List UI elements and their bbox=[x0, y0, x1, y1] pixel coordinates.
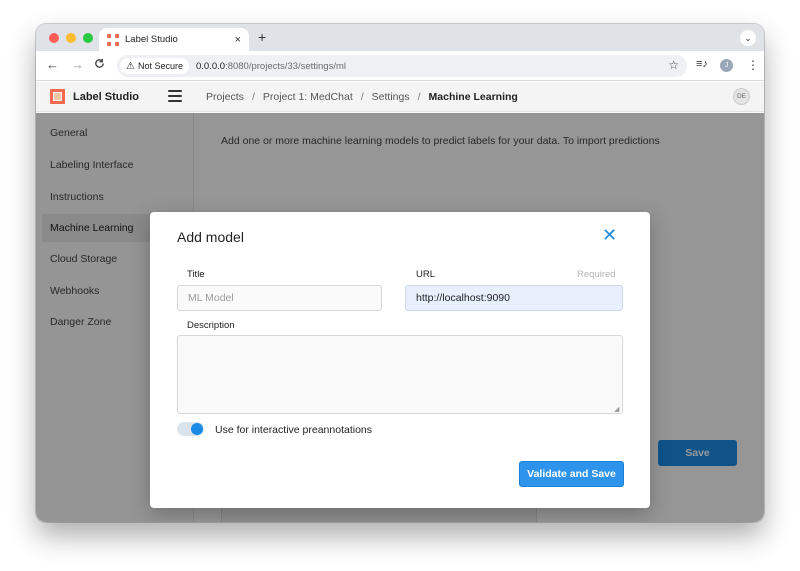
breadcrumb-separator: / bbox=[360, 91, 364, 103]
breadcrumb-settings[interactable]: Settings bbox=[372, 91, 410, 103]
tab-title: Label Studio bbox=[125, 34, 178, 45]
url-text: 0.0.0.0:8080/projects/33/settings/ml bbox=[196, 61, 346, 72]
resize-grip-icon[interactable]: ◢ bbox=[614, 405, 619, 413]
breadcrumb: Projects / Project 1: MedChat / Settings… bbox=[206, 91, 518, 103]
close-window-button[interactable] bbox=[49, 33, 59, 43]
toggle-knob bbox=[191, 423, 203, 435]
reload-icon[interactable] bbox=[94, 58, 105, 72]
interactive-preannotations-toggle[interactable] bbox=[177, 422, 204, 436]
interactive-preannotations-label: Use for interactive preannotations bbox=[215, 424, 373, 436]
brand-name: Label Studio bbox=[73, 90, 139, 103]
url-host: 0.0.0.0 bbox=[196, 60, 226, 72]
add-model-dialog: Add model ✕ Title URL Required Descripti… bbox=[150, 212, 650, 508]
title-label: Title bbox=[187, 269, 205, 280]
minimize-window-button[interactable] bbox=[66, 33, 76, 43]
validate-and-save-button[interactable]: Validate and Save bbox=[519, 461, 624, 487]
dialog-title: Add model bbox=[177, 229, 244, 245]
tab-close-icon[interactable]: × bbox=[235, 34, 241, 46]
breadcrumb-project[interactable]: Project 1: MedChat bbox=[263, 91, 353, 103]
browser-toolbar: ← → ⚠ Not Secure 0.0.0.0:8080/projects/3… bbox=[36, 51, 764, 81]
breadcrumb-machine-learning: Machine Learning bbox=[428, 91, 518, 103]
breadcrumb-projects[interactable]: Projects bbox=[206, 91, 244, 103]
url-required-hint: Required bbox=[577, 269, 616, 280]
media-controls-icon[interactable]: ≡♪ bbox=[696, 58, 708, 70]
security-label: Not Secure bbox=[137, 61, 183, 71]
label-studio-logo-icon bbox=[50, 89, 65, 104]
warning-triangle-icon: ⚠ bbox=[126, 60, 135, 72]
hamburger-menu-icon[interactable] bbox=[168, 90, 182, 102]
new-tab-button[interactable]: + bbox=[258, 29, 266, 45]
browser-tab[interactable]: Label Studio × bbox=[99, 28, 249, 51]
description-textarea[interactable] bbox=[177, 335, 623, 414]
label-studio-logo-icon bbox=[107, 33, 119, 46]
maximize-window-button[interactable] bbox=[83, 33, 93, 43]
breadcrumb-separator: / bbox=[417, 91, 421, 103]
url-input[interactable] bbox=[405, 285, 623, 311]
browser-window: Label Studio × + ⌄ ← → ⚠ Not Secure 0.0.… bbox=[36, 24, 764, 522]
close-icon[interactable]: ✕ bbox=[602, 226, 617, 244]
url-label: URL bbox=[416, 269, 436, 280]
browser-menu-icon[interactable]: ⋮ bbox=[747, 58, 759, 72]
back-arrow-icon[interactable]: ← bbox=[46, 57, 59, 72]
breadcrumb-separator: / bbox=[251, 91, 255, 103]
label-studio-app: Label Studio Projects / Project 1: MedCh… bbox=[36, 82, 764, 522]
user-avatar[interactable]: DE bbox=[733, 88, 750, 105]
tab-search-icon[interactable]: ⌄ bbox=[740, 30, 756, 46]
url-path: :8080/projects/33/settings/ml bbox=[225, 60, 346, 72]
title-input[interactable] bbox=[177, 285, 382, 311]
app-header: Label Studio Projects / Project 1: MedCh… bbox=[36, 82, 764, 112]
address-bar[interactable]: ⚠ Not Secure 0.0.0.0:8080/projects/33/se… bbox=[117, 55, 687, 77]
profile-avatar[interactable]: J bbox=[720, 59, 733, 72]
description-label: Description bbox=[187, 320, 235, 331]
bookmark-star-icon[interactable]: ☆ bbox=[668, 58, 679, 72]
tab-strip: Label Studio × + ⌄ bbox=[36, 24, 764, 51]
security-indicator[interactable]: ⚠ Not Secure bbox=[120, 58, 189, 74]
brand[interactable]: Label Studio bbox=[50, 89, 139, 104]
forward-arrow-icon[interactable]: → bbox=[71, 57, 84, 72]
